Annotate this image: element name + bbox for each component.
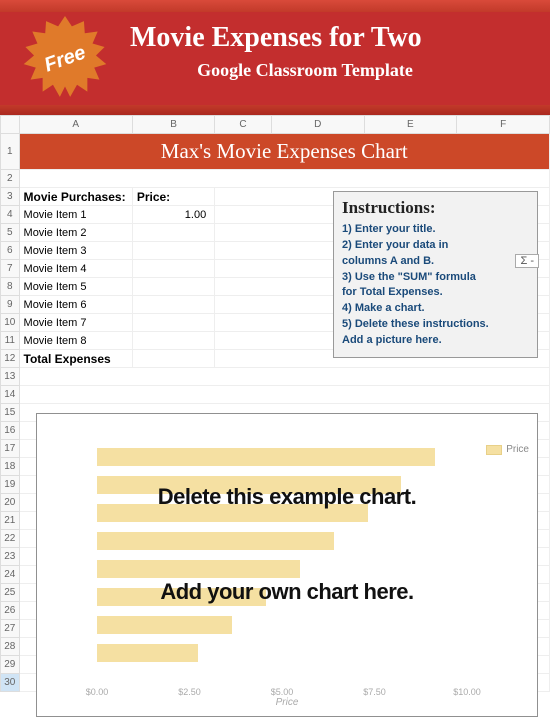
row-header[interactable]: 20	[1, 494, 20, 512]
item-label[interactable]: Movie Item 1	[19, 206, 132, 224]
row-header-2[interactable]: 2	[1, 170, 20, 188]
row-header-1[interactable]: 1	[1, 134, 20, 170]
row-header[interactable]: 24	[1, 566, 20, 584]
item-label[interactable]: Movie Item 7	[19, 314, 132, 332]
row-header-7[interactable]: 7	[1, 260, 20, 278]
col-header-f[interactable]: F	[457, 116, 550, 134]
row-header[interactable]: 13	[1, 368, 20, 386]
chart-plot-area	[97, 448, 467, 672]
banner-subtitle: Google Classroom Template	[70, 60, 540, 81]
instruction-line: 4) Make a chart.	[342, 301, 529, 316]
chart-object[interactable]: Price $0.00$2.50$5.00$7.50$10.00 Price D…	[36, 413, 538, 717]
item-price[interactable]	[132, 296, 214, 314]
cell[interactable]	[19, 386, 549, 404]
row-header[interactable]: 16	[1, 422, 20, 440]
row-header[interactable]: 27	[1, 620, 20, 638]
row-header[interactable]: 25	[1, 584, 20, 602]
row-header-8[interactable]: 8	[1, 278, 20, 296]
chart-bar	[97, 644, 198, 662]
item-label[interactable]: Movie Item 2	[19, 224, 132, 242]
row-header[interactable]: 28	[1, 638, 20, 656]
banner-bottom-stripe	[0, 105, 550, 115]
free-badge: Free	[22, 16, 108, 102]
row-header[interactable]: 19	[1, 476, 20, 494]
row-header[interactable]: 14	[1, 386, 20, 404]
chart-x-tick: $2.50	[178, 687, 201, 697]
item-price[interactable]	[132, 332, 214, 350]
price-header[interactable]: Price:	[132, 188, 214, 206]
row-header-selected[interactable]: 30	[1, 674, 20, 692]
instruction-line: columns A and B.	[342, 254, 529, 269]
banner-title: Movie Expenses for Two	[130, 22, 540, 54]
row-header[interactable]: 18	[1, 458, 20, 476]
row-header[interactable]: 29	[1, 656, 20, 674]
item-label[interactable]: Movie Item 6	[19, 296, 132, 314]
chart-x-tick: $5.00	[271, 687, 294, 697]
instructions-title: Instructions:	[342, 198, 529, 218]
row-header-9[interactable]: 9	[1, 296, 20, 314]
item-label[interactable]: Movie Item 5	[19, 278, 132, 296]
col-header-d[interactable]: D	[271, 116, 364, 134]
chart-x-label: Price	[37, 697, 537, 708]
col-header-e[interactable]: E	[364, 116, 457, 134]
row-header[interactable]: 26	[1, 602, 20, 620]
row-header-4[interactable]: 4	[1, 206, 20, 224]
select-all-corner[interactable]	[1, 116, 20, 134]
row-header[interactable]: 23	[1, 548, 20, 566]
legend-swatch-icon	[486, 445, 502, 455]
col-header-b[interactable]: B	[132, 116, 214, 134]
instruction-line: Add a picture here.	[342, 333, 529, 348]
chart-legend: Price	[486, 444, 529, 455]
row-header-3[interactable]: 3	[1, 188, 20, 206]
row-header-6[interactable]: 6	[1, 242, 20, 260]
total-price[interactable]	[132, 350, 214, 368]
spreadsheet[interactable]: A B C D E F 1 Max's Movie Expenses Chart…	[0, 115, 550, 692]
item-price[interactable]: 1.00	[132, 206, 214, 224]
instruction-line: 3) Use the "SUM" formula	[342, 270, 529, 285]
cell[interactable]	[19, 368, 549, 386]
chart-overlay-text-2: Add your own chart here.	[37, 579, 537, 605]
chart-x-axis: $0.00$2.50$5.00$7.50$10.00	[97, 687, 467, 688]
chart-x-tick: $0.00	[86, 687, 109, 697]
col-header-c[interactable]: C	[215, 116, 272, 134]
banner-text-block: Movie Expenses for Two Google Classroom …	[130, 22, 540, 81]
item-price[interactable]	[132, 242, 214, 260]
promo-banner: Free Movie Expenses for Two Google Class…	[0, 0, 550, 115]
chart-bar	[97, 448, 435, 466]
row-header-12[interactable]: 12	[1, 350, 20, 368]
row-header[interactable]: 21	[1, 512, 20, 530]
item-price[interactable]	[132, 278, 214, 296]
item-price[interactable]	[132, 224, 214, 242]
item-label[interactable]: Movie Item 3	[19, 242, 132, 260]
total-label[interactable]: Total Expenses	[19, 350, 132, 368]
instruction-line: 5) Delete these instructions.	[342, 317, 529, 332]
col-header-a[interactable]: A	[19, 116, 132, 134]
instructions-box: Instructions: 1) Enter your title. 2) En…	[333, 191, 538, 358]
sigma-button[interactable]: Σ -	[515, 254, 539, 268]
row-header[interactable]: 17	[1, 440, 20, 458]
instruction-line: 1) Enter your title.	[342, 222, 529, 237]
row-header[interactable]: 22	[1, 530, 20, 548]
cell[interactable]	[19, 170, 549, 188]
row-header[interactable]: 15	[1, 404, 20, 422]
item-price[interactable]	[132, 260, 214, 278]
row-header-11[interactable]: 11	[1, 332, 20, 350]
chart-bar	[97, 616, 232, 634]
chart-x-tick: $7.50	[363, 687, 386, 697]
legend-label: Price	[506, 444, 529, 455]
item-label[interactable]: Movie Item 4	[19, 260, 132, 278]
item-label[interactable]: Movie Item 8	[19, 332, 132, 350]
chart-overlay-text-1: Delete this example chart.	[37, 484, 537, 510]
sheet-title[interactable]: Max's Movie Expenses Chart	[19, 134, 549, 170]
chart-x-tick: $10.00	[453, 687, 481, 697]
instruction-line: for Total Expenses.	[342, 285, 529, 300]
chart-bar	[97, 532, 334, 550]
row-header-5[interactable]: 5	[1, 224, 20, 242]
instruction-line: 2) Enter your data in	[342, 238, 529, 253]
item-price[interactable]	[132, 314, 214, 332]
purchases-header[interactable]: Movie Purchases:	[19, 188, 132, 206]
chart-bar	[97, 560, 300, 578]
row-header-10[interactable]: 10	[1, 314, 20, 332]
